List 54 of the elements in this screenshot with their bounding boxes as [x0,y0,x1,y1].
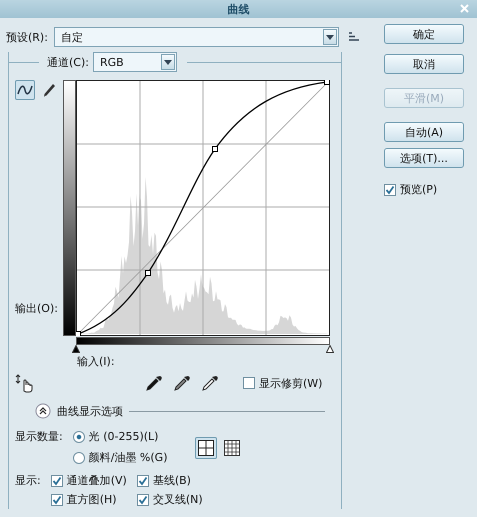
input-slider-thumb[interactable] [326,345,334,353]
preset-dropdown[interactable]: 自定 [54,27,339,47]
hand-pointer-icon[interactable] [15,373,35,393]
amount-label: 显示数量: [15,429,63,444]
radio-label: 颜料/油墨 %(G) [88,450,168,465]
checkbox[interactable] [384,184,396,196]
checkbox-label: 通道叠加(V) [66,473,127,488]
dialog-button[interactable]: 选项(T)... [384,148,464,168]
checkmark-icon [385,184,395,194]
fine-grid-icon [224,440,240,456]
output-label: 输出(O): [15,301,59,316]
caret-icon [322,29,337,45]
control-point[interactable] [145,270,151,276]
checkmark-icon [52,494,62,504]
dialog-button[interactable]: 自动(A) [384,122,464,142]
checkmark-icon [138,476,148,486]
checkbox[interactable] [243,377,255,389]
section-label: 曲线显示选项 [57,404,123,418]
radio-button[interactable] [72,430,85,442]
channel-dropdown[interactable]: RGB [92,52,177,72]
tool-button[interactable] [15,80,35,100]
eyedropper-icon[interactable] [145,374,163,392]
input-slider-thumb[interactable] [72,345,80,353]
pencil-icon [42,82,56,98]
collapse-icon[interactable] [35,403,51,419]
preset-label: 预设(R): [6,30,48,44]
checkbox-label: 直方图(H) [66,492,117,507]
checkbox[interactable] [50,474,63,486]
checkbox[interactable] [136,494,149,506]
control-point[interactable] [212,146,218,152]
checkmark-icon [138,494,148,504]
eyedropper-icon[interactable] [201,374,219,392]
checkbox[interactable] [136,474,149,486]
dialog-button[interactable]: 确定 [384,24,464,44]
caret-icon [160,54,175,70]
checkbox-label: 交叉线(N) [152,492,203,507]
input-label: 输入(I): [77,355,115,368]
dialog-button[interactable]: 取消 [384,54,464,74]
control-point[interactable] [324,80,330,85]
checkbox[interactable] [50,494,63,506]
checkbox-label: 预览(P) [400,182,438,197]
checkmark-icon [52,476,62,486]
checkbox-label: 显示修剪(W) [259,376,322,390]
window-title: 曲线 [228,2,250,16]
menu-icon[interactable] [348,32,359,42]
curve-tool-icon [17,83,33,97]
coarse-grid-icon [198,440,214,456]
checkbox-label: 基线(B) [152,473,191,488]
show-label: 显示: [15,473,41,488]
eyedropper-icon[interactable] [173,374,191,392]
radio-button[interactable] [72,452,85,464]
grid-size-button[interactable] [195,437,218,459]
channel-label: 通道(C): [47,54,89,70]
radio-label: 光 (0-255)(L) [88,429,158,444]
